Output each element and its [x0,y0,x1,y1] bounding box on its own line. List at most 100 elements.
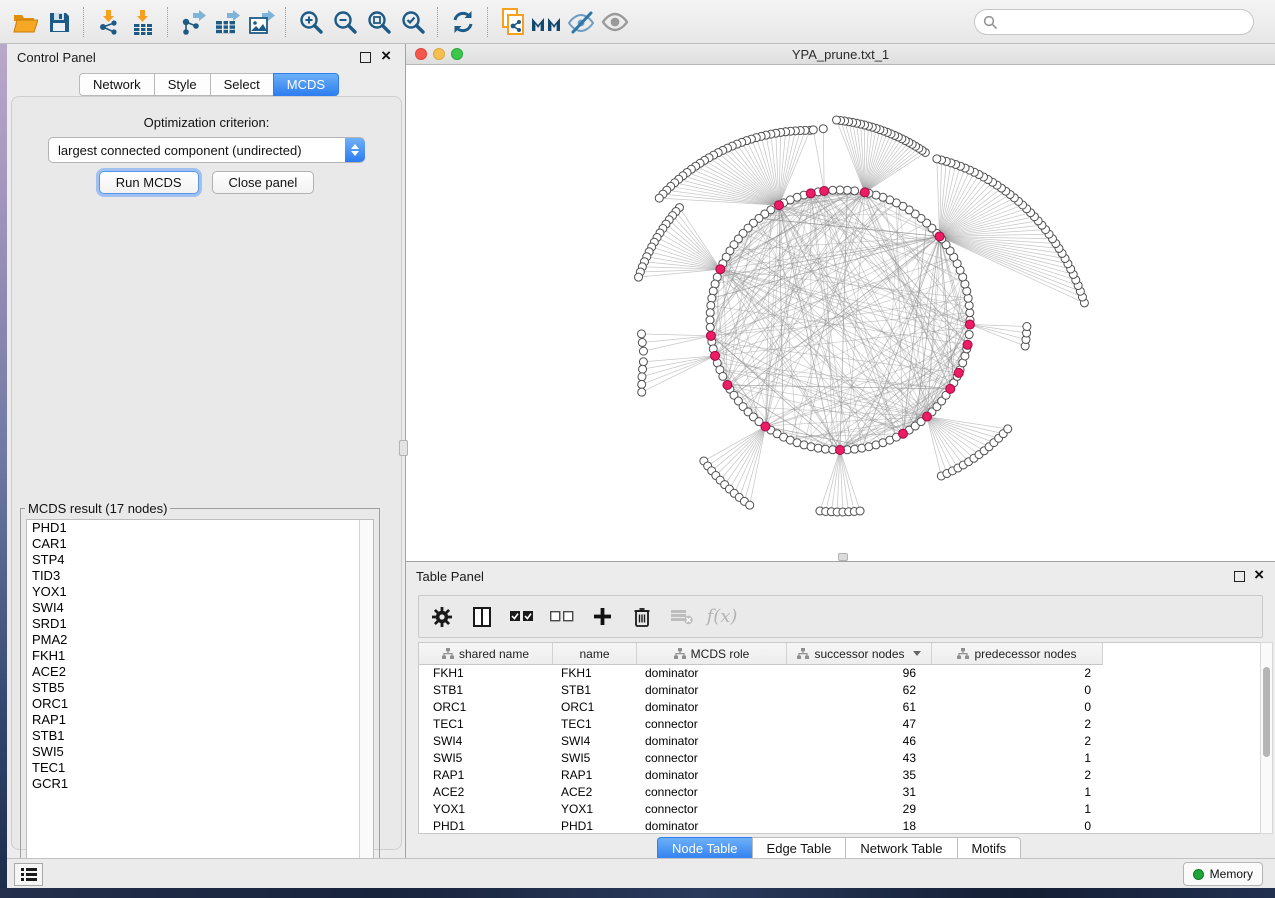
network-node[interactable] [746,501,754,509]
run-mcds-button[interactable]: Run MCDS [99,171,199,194]
network-node[interactable] [851,445,859,453]
table-cell[interactable]: 47 [787,716,932,733]
table-cell[interactable]: 2 [932,716,1103,733]
unselect-all-columns-icon[interactable] [549,604,575,630]
tab-style[interactable]: Style [154,73,210,96]
table-row[interactable]: ACE2ACE2connector311 [419,784,1262,801]
mcds-node[interactable] [963,340,972,349]
zoom-in-icon[interactable] [294,6,328,38]
network-node[interactable] [709,287,717,295]
mcds-result-item[interactable]: PHD1 [27,520,373,536]
network-node[interactable] [821,445,829,453]
table-row[interactable]: SWI5SWI5connector431 [419,750,1262,767]
mcds-node[interactable] [716,265,725,274]
optimization-criterion-select[interactable]: largest connected component (undirected) [48,137,365,163]
column-header-mcds-role[interactable]: MCDS role [637,643,787,665]
network-node[interactable] [638,339,646,347]
create-column-icon[interactable] [589,604,615,630]
table-cell[interactable]: 61 [787,699,932,716]
mcds-result-item[interactable]: STP4 [27,552,373,568]
network-node[interactable] [965,301,973,309]
column-header-shared-name[interactable]: shared name [419,643,553,665]
table-cell[interactable]: STB1 [419,682,553,699]
table-cell[interactable]: ORC1 [419,699,553,716]
network-node[interactable] [964,294,972,302]
show-column-icon[interactable] [469,604,495,630]
network-node[interactable] [965,331,973,339]
network-node[interactable] [707,301,715,309]
column-header-name[interactable]: name [553,643,637,665]
table-row[interactable]: SWI4SWI4dominator462 [419,733,1262,750]
show-all-icon[interactable] [598,6,632,38]
mcds-result-list[interactable]: PHD1CAR1STP4TID3YOX1SWI4SRD1PMA2FKH1ACE2… [26,519,374,861]
table-cell[interactable]: dominator [637,682,787,699]
table-cell[interactable]: dominator [637,733,787,750]
table-scrollbar[interactable] [1260,642,1273,834]
table-scrollbar-thumb[interactable] [1263,667,1270,757]
network-node[interactable] [809,126,817,134]
network-node[interactable] [1023,323,1031,331]
mcds-node[interactable] [706,331,715,340]
save-session-icon[interactable] [42,6,76,38]
mcds-result-item[interactable]: ACE2 [27,664,373,680]
table-row[interactable]: ORC1ORC1dominator610 [419,699,1262,716]
mcds-node[interactable] [965,320,974,329]
mcds-node[interactable] [774,201,783,210]
mcds-result-item[interactable]: RAP1 [27,712,373,728]
mcds-result-item[interactable]: TID3 [27,568,373,584]
table-cell[interactable]: dominator [637,665,787,682]
table-cell[interactable]: FKH1 [553,665,637,682]
table-cell[interactable]: ACE2 [553,784,637,801]
network-node[interactable] [819,125,827,133]
mcds-result-item[interactable]: GCR1 [27,776,373,792]
mcds-node[interactable] [946,384,955,393]
mcds-result-item[interactable]: SRD1 [27,616,373,632]
table-cell[interactable]: 62 [787,682,932,699]
table-cell[interactable]: STB1 [553,682,637,699]
table-cell[interactable]: TEC1 [553,716,637,733]
network-canvas[interactable] [406,64,1275,561]
zoom-out-icon[interactable] [328,6,362,38]
table-cell[interactable]: RAP1 [553,767,637,784]
table-cell[interactable]: 2 [932,767,1103,784]
network-node[interactable] [851,187,859,195]
mcds-result-item[interactable]: STB5 [27,680,373,696]
export-table-icon[interactable] [210,6,244,38]
table-settings-gear-icon[interactable] [429,604,455,630]
table-row[interactable]: STB1STB1dominator620 [419,682,1262,699]
mcds-result-item[interactable]: CAR1 [27,536,373,552]
search-input[interactable] [1003,14,1245,30]
table-cell[interactable]: 18 [787,818,932,833]
table-cell[interactable]: 1 [932,784,1103,801]
table-cell[interactable]: YOX1 [553,801,637,818]
table-cell[interactable]: PHD1 [419,818,553,833]
table-cell[interactable]: 46 [787,733,932,750]
network-node[interactable] [706,323,714,331]
table-cell[interactable]: 1 [932,801,1103,818]
network-node[interactable] [655,194,663,202]
mcds-node[interactable] [860,188,869,197]
import-network-icon[interactable] [92,6,126,38]
import-table-icon[interactable] [126,6,160,38]
network-node[interactable] [708,294,716,302]
mcds-node[interactable] [922,412,931,421]
table-row[interactable]: RAP1RAP1dominator352 [419,767,1262,784]
table-cell[interactable]: SWI5 [553,750,637,767]
export-image-icon[interactable] [244,6,278,38]
mcds-node[interactable] [836,446,845,455]
network-node[interactable] [639,358,647,366]
table-cell[interactable]: dominator [637,818,787,833]
network-node[interactable] [933,155,941,163]
column-header-successor-nodes[interactable]: successor nodes [787,643,932,665]
table-cell[interactable]: connector [637,750,787,767]
table-cell[interactable]: connector [637,784,787,801]
tab-mcds[interactable]: MCDS [273,73,339,96]
mcds-node[interactable] [820,186,829,195]
table-cell[interactable]: 96 [787,665,932,682]
memory-button[interactable]: Memory [1183,862,1263,886]
search-box[interactable] [974,9,1254,35]
sort-chevron-icon[interactable] [913,651,921,656]
mcds-result-item[interactable]: STB1 [27,728,373,744]
network-node[interactable] [814,444,822,452]
network-node[interactable] [856,507,864,515]
